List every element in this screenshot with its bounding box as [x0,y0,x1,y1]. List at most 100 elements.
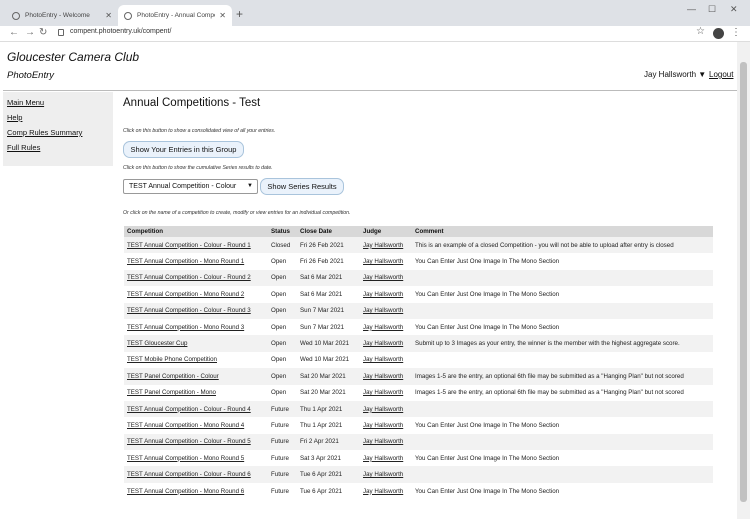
comment-cell: This is an example of a closed Competiti… [415,241,674,249]
table-cell: Open [268,335,297,352]
judge-link[interactable]: Jay Hallsworth [363,422,403,429]
competition-link[interactable]: TEST Panel Competition - Colour [127,373,219,380]
competition-link[interactable]: TEST Annual Competition - Colour - Round… [127,307,251,314]
table-cell: Jay Hallsworth [360,482,412,500]
table-row: TEST Annual Competition - Mono Round 1 Op… [124,253,713,270]
comment-cell: You Can Enter Just One Image In The Mono… [415,323,560,331]
judge-link[interactable]: Jay Hallsworth [363,389,403,396]
table-cell: TEST Annual Competition - Mono Round 6 [124,482,268,500]
competition-link[interactable]: TEST Panel Competition - Mono [127,389,216,396]
show-series-results-button[interactable]: Show Series Results [260,178,344,195]
table-cell: Open [268,302,297,319]
close-window-icon[interactable]: ✕ [730,4,738,15]
column-header-comment: Comment [412,226,713,237]
table-row: TEST Panel Competition - Colour Open Sat 2… [124,368,713,385]
table-cell: TEST Annual Competition - Colour - Round… [124,237,268,254]
table-cell: Future [268,466,297,483]
status-cell: Future [271,405,289,413]
back-icon[interactable]: ← [9,27,19,38]
table-cell: Open [268,384,297,401]
account-avatar-icon[interactable] [713,28,724,39]
table-cell: Sat 3 Apr 2021 [297,450,360,467]
judge-link[interactable]: Jay Hallsworth [363,258,403,265]
user-menu[interactable]: Jay Hallsworth ▼ [644,70,706,79]
competition-link[interactable]: TEST Annual Competition - Colour - Round… [127,471,251,478]
reload-icon[interactable]: ↻ [39,27,47,38]
judge-link[interactable]: Jay Hallsworth [363,324,403,331]
browser-tab-annual-competitions[interactable]: PhotoEntry - Annual Competitio... ✕ [118,5,232,26]
competition-link[interactable]: TEST Annual Competition - Mono Round 3 [127,324,244,331]
table-row: TEST Annual Competition - Mono Round 6 Fu… [124,482,713,500]
table-cell: Open [268,368,297,385]
judge-link[interactable]: Jay Hallsworth [363,340,403,347]
tab-label: PhotoEntry - Welcome [25,12,90,19]
table-cell: TEST Annual Competition - Colour - Round… [124,433,268,451]
competition-link[interactable]: TEST Annual Competition - Mono Round 5 [127,455,244,462]
table-row: TEST Annual Competition - Mono Round 3 Op… [124,318,713,336]
table-cell: Jay Hallsworth [360,269,412,287]
judge-link[interactable]: Jay Hallsworth [363,373,403,380]
sidebar-item-main-menu[interactable]: Main Menu [7,98,44,107]
judge-link[interactable]: Jay Hallsworth [363,488,403,495]
series-select[interactable]: TEST Annual Competition - Colour ▼ [123,179,258,194]
forward-icon[interactable]: → [25,27,35,38]
address-bar[interactable]: compent.photoentry.uk/compent/ [70,28,171,35]
show-entries-button[interactable]: Show Your Entries in this Group [123,141,244,158]
table-row: TEST Annual Competition - Colour - Round… [124,237,713,254]
sidebar-item-comp-rules-summary[interactable]: Comp Rules Summary [7,128,82,137]
new-tab-icon[interactable]: + [236,7,243,21]
table-cell: Thu 1 Apr 2021 [297,417,360,434]
competition-link[interactable]: TEST Annual Competition - Colour - Round… [127,242,251,249]
table-row: TEST Annual Competition - Mono Round 2 Op… [124,286,713,303]
series-hint: Click on this button to show the cumulat… [123,165,273,171]
logout-link[interactable]: Logout [709,70,733,79]
column-header-judge: Judge [360,226,412,237]
comment-cell: Submit up to 3 Images as your entry, the… [415,340,680,348]
table-cell: You Can Enter Just One Image In The Mono… [412,286,713,303]
table-cell: You Can Enter Just One Image In The Mono… [412,318,713,336]
table-cell: Sat 6 Mar 2021 [297,269,360,287]
competition-link[interactable]: TEST Mobile Phone Competition [127,356,217,363]
judge-link[interactable]: Jay Hallsworth [363,291,403,298]
club-title: Gloucester Camera Club [7,50,140,64]
competition-link[interactable]: TEST Annual Competition - Mono Round 4 [127,422,244,429]
table-cell: Fri 2 Apr 2021 [297,433,360,451]
table-cell [412,351,713,369]
table-cell: You Can Enter Just One Image In The Mono… [412,482,713,500]
table-cell: Open [268,351,297,369]
competition-link[interactable]: TEST Annual Competition - Colour - Round… [127,406,251,413]
judge-link[interactable]: Jay Hallsworth [363,438,403,445]
judge-link[interactable]: Jay Hallsworth [363,274,403,281]
table-cell: Jay Hallsworth [360,351,412,369]
competition-link[interactable]: TEST Gloucester Cup [127,340,187,347]
bookmark-star-icon[interactable]: ☆ [696,26,705,37]
competition-link[interactable]: TEST Annual Competition - Mono Round 2 [127,291,244,298]
scrollbar-thumb[interactable] [740,62,747,502]
browser-menu-icon[interactable]: ⋮ [731,27,741,38]
minimize-icon[interactable]: — [687,4,696,14]
judge-link[interactable]: Jay Hallsworth [363,471,403,478]
tab-label: PhotoEntry - Annual Competitio... [137,12,215,19]
judge-link[interactable]: Jay Hallsworth [363,307,403,314]
close-tab-icon[interactable]: ✕ [219,11,226,20]
competition-link[interactable]: TEST Annual Competition - Mono Round 6 [127,488,244,495]
table-cell: Images 1-5 are the entry, an optional 6t… [412,384,713,401]
table-cell: Open [268,269,297,287]
sidebar-item-full-rules[interactable]: Full Rules [7,143,40,152]
competition-link[interactable]: TEST Annual Competition - Colour - Round… [127,438,251,445]
judge-link[interactable]: Jay Hallsworth [363,406,403,413]
judge-link[interactable]: Jay Hallsworth [363,455,403,462]
table-row: TEST Mobile Phone Competition Open Wed 10 … [124,351,713,369]
table-row: TEST Gloucester Cup Open Wed 10 Mar 2021 Ja… [124,335,713,352]
close-tab-icon[interactable]: ✕ [105,11,112,20]
close-date-cell: Sat 20 Mar 2021 [300,372,346,380]
judge-link[interactable]: Jay Hallsworth [363,356,403,363]
competition-link[interactable]: TEST Annual Competition - Mono Round 1 [127,258,244,265]
competition-link[interactable]: TEST Annual Competition - Colour - Round… [127,274,251,281]
judge-link[interactable]: Jay Hallsworth [363,242,403,249]
browser-tab-welcome[interactable]: PhotoEntry - Welcome ✕ [6,5,118,26]
status-cell: Future [271,421,289,429]
maximize-icon[interactable]: ☐ [708,4,716,15]
sidebar-item-help[interactable]: Help [7,113,22,122]
comment-cell: You Can Enter Just One Image In The Mono… [415,258,560,266]
